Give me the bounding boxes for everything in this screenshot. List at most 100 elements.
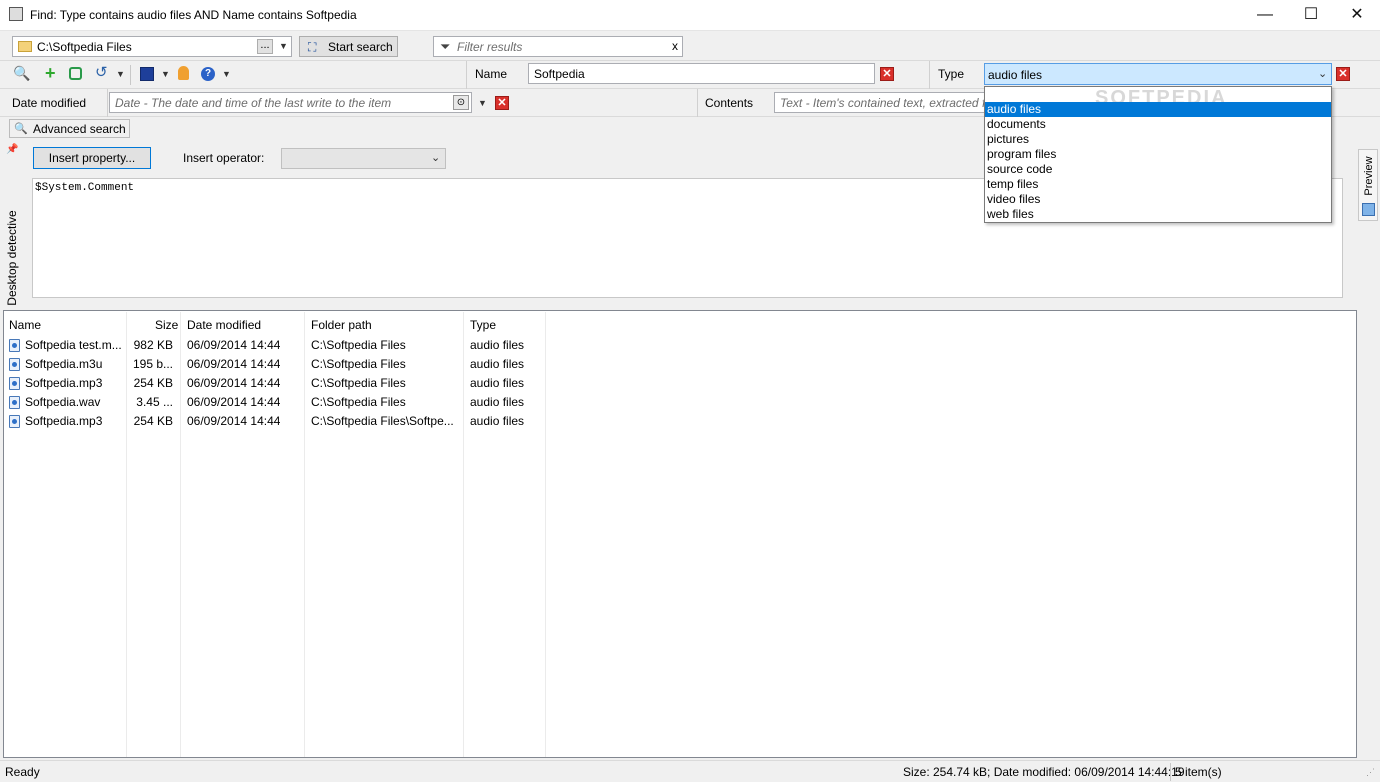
cell-type: audio files [470, 376, 525, 390]
cell-name: Softpedia.m3u [25, 357, 103, 371]
criteria-row-1: 🔍 + ↺ ▼ ▼ ? ▼ Name Softpedia ✕ Type audi… [0, 61, 1380, 89]
cell-date: 06/09/2014 14:44 [187, 376, 281, 390]
user-icon[interactable] [178, 66, 189, 80]
divider [1170, 763, 1171, 781]
column-header-name[interactable]: Name [9, 312, 41, 336]
type-option-temp-files[interactable]: temp files [985, 177, 1331, 192]
advanced-search-icon: 🔍 [14, 123, 28, 135]
column-header-date-modified[interactable]: Date modified [187, 312, 261, 336]
app-icon [9, 7, 23, 21]
table-row[interactable]: Softpedia test.m... 982 KB 06/09/2014 14… [0, 336, 546, 355]
close-button[interactable]: ✕ [1334, 0, 1380, 31]
resize-grip-icon[interactable]: ⋰ [1366, 767, 1375, 778]
cell-size: 254 KB [133, 414, 173, 428]
type-combobox[interactable]: audio files ⌄ [984, 63, 1332, 85]
insert-property-button[interactable]: Insert property... [33, 147, 151, 169]
cell-folder: C:\Softpedia Files\Softpe... [311, 414, 454, 428]
type-clear-button[interactable]: ✕ [1336, 67, 1350, 81]
table-row[interactable]: Softpedia.mp3 254 KB 06/09/2014 14:44 C:… [0, 412, 546, 431]
type-option-pictures[interactable]: pictures [985, 132, 1331, 147]
results-rows: Softpedia test.m... 982 KB 06/09/2014 14… [0, 336, 546, 436]
cell-folder: C:\Softpedia Files [311, 338, 406, 352]
cell-folder: C:\Softpedia Files [311, 395, 406, 409]
filter-results-field[interactable]: ⏷ Filter results x [433, 36, 683, 57]
name-clear-button[interactable]: ✕ [880, 67, 894, 81]
save-dropdown-icon[interactable]: ▼ [161, 69, 170, 79]
location-combobox[interactable]: C:\Softpedia Files ... ▼ [12, 36, 292, 57]
cell-size: 982 KB [133, 338, 173, 352]
table-row[interactable]: Softpedia.mp3 254 KB 06/09/2014 14:44 C:… [0, 374, 546, 393]
cell-date: 06/09/2014 14:44 [187, 338, 281, 352]
type-dropdown-list[interactable]: SOFTPEDIA audio files documents pictures… [984, 86, 1332, 223]
location-toolbar: C:\Softpedia Files ... ▼ ⛶ Start search … [0, 31, 1380, 61]
audio-file-icon [9, 377, 20, 390]
pin-icon[interactable]: 📌 [6, 144, 18, 155]
chevron-down-icon: ⌄ [431, 152, 441, 164]
table-row[interactable]: Softpedia.m3u 195 b... 06/09/2014 14:44 … [0, 355, 546, 374]
refresh-icon[interactable]: ↺ [95, 63, 108, 81]
folder-icon [18, 41, 32, 52]
type-option-documents[interactable]: documents [985, 117, 1331, 132]
cell-date: 06/09/2014 14:44 [187, 395, 281, 409]
chevron-down-icon[interactable]: ▼ [279, 41, 288, 51]
date-modified-label: Date modified [12, 96, 87, 110]
cell-type: audio files [470, 357, 525, 371]
name-input[interactable]: Softpedia [528, 63, 875, 84]
start-search-label: Start search [328, 40, 393, 54]
cell-name: Softpedia.mp3 [25, 414, 103, 428]
type-option-source-code[interactable]: source code [985, 162, 1331, 177]
cell-folder: C:\Softpedia Files [311, 357, 406, 371]
calendar-icon[interactable]: ⊙ [453, 95, 469, 110]
divider [466, 61, 467, 89]
status-summary: Size: 254.74 kB; Date modified: 06/09/20… [903, 765, 1185, 779]
advanced-search-button[interactable]: 🔍 Advanced search [9, 119, 130, 138]
refresh-dropdown-icon[interactable]: ▼ [116, 69, 125, 79]
cell-size: 3.45 ... [136, 395, 173, 409]
date-clear-button[interactable]: ✕ [495, 96, 509, 110]
date-dropdown-icon[interactable]: ▼ [478, 98, 487, 108]
chevron-down-icon[interactable]: ⌄ [1318, 67, 1327, 80]
toolbar-separator [130, 65, 131, 85]
audio-file-icon [9, 396, 20, 409]
divider [107, 89, 108, 117]
contents-input[interactable]: Text - Item's contained text, extracted … [774, 92, 986, 113]
type-option-web-files[interactable]: web files [985, 207, 1331, 222]
column-header-folder-path[interactable]: Folder path [311, 312, 372, 336]
recycle-icon[interactable] [69, 67, 82, 80]
save-icon[interactable] [140, 67, 154, 81]
date-modified-input[interactable]: Date - The date and time of the last wri… [109, 92, 472, 113]
type-option-video-files[interactable]: video files [985, 192, 1331, 207]
help-icon[interactable]: ? [201, 67, 215, 81]
audio-file-icon [9, 339, 20, 352]
maximize-button[interactable]: ☐ [1288, 0, 1334, 31]
filter-icon: ⏷ [440, 39, 451, 54]
preview-panel-tab[interactable]: Preview [1358, 149, 1378, 221]
column-header-size[interactable]: Size [155, 312, 178, 336]
query-text: $System.Comment [35, 182, 135, 194]
minimize-button[interactable]: — [1242, 0, 1288, 31]
cell-size: 195 b... [132, 357, 173, 371]
search-icon[interactable]: 🔍 [13, 65, 30, 82]
column-header-type[interactable]: Type [470, 312, 496, 336]
type-option-audio-files[interactable]: audio files [985, 102, 1331, 117]
cell-date: 06/09/2014 14:44 [187, 357, 281, 371]
desktop-detective-panel-tab[interactable]: 📌 Desktop detective [0, 141, 20, 306]
filter-placeholder: Filter results [457, 40, 523, 54]
help-dropdown-icon[interactable]: ▼ [222, 69, 231, 79]
type-option-program-files[interactable]: program files [985, 147, 1331, 162]
table-row[interactable]: Softpedia.wav 3.45 ... 06/09/2014 14:44 … [0, 393, 546, 412]
cell-size: 254 KB [133, 376, 173, 390]
cell-folder: C:\Softpedia Files [311, 376, 406, 390]
contents-label: Contents [705, 96, 754, 110]
insert-operator-select[interactable]: ⌄ [281, 148, 446, 169]
add-criteria-icon[interactable]: + [45, 64, 56, 82]
advanced-search-label: Advanced search [33, 122, 126, 136]
date-placeholder: Date - The date and time of the last wri… [115, 96, 392, 110]
name-value: Softpedia [534, 67, 585, 81]
audio-file-icon [9, 415, 20, 428]
name-label: Name [475, 67, 508, 81]
filter-clear-button[interactable]: x [672, 39, 678, 53]
browse-button[interactable]: ... [257, 39, 273, 54]
status-bar: Ready Size: 254.74 kB; Date modified: 06… [0, 760, 1380, 782]
start-search-button[interactable]: ⛶ Start search [299, 36, 398, 57]
